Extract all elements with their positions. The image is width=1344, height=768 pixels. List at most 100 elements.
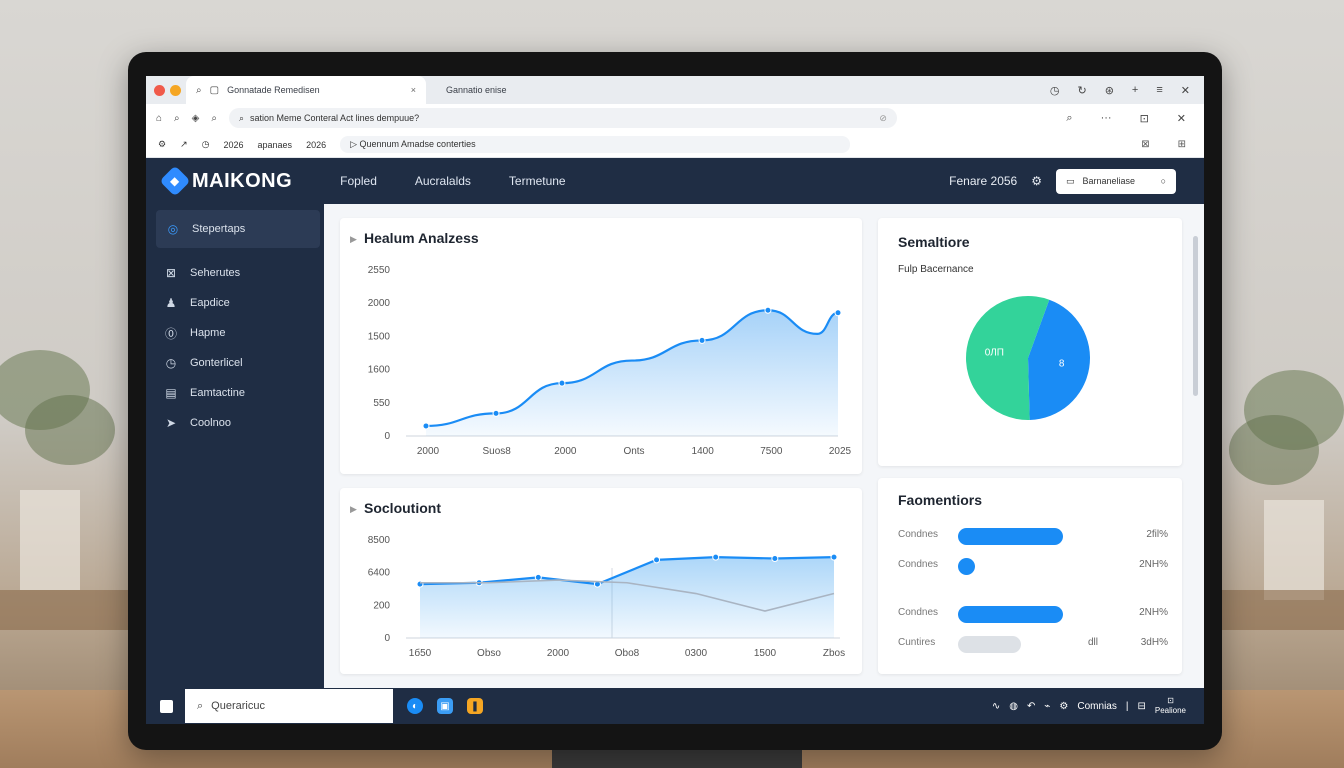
y-tick-label: 0 — [384, 431, 390, 442]
bookmark-label[interactable]: apanaes — [258, 140, 293, 150]
search-icon[interactable]: ⌕ — [1066, 112, 1072, 125]
close-window-dot[interactable] — [154, 84, 165, 96]
clock-icon[interactable]: ◷ — [202, 139, 210, 150]
x-tick-label: Suos8 — [482, 446, 511, 457]
sidebar-item-coolnoo[interactable]: ➤ Coolnoo — [146, 408, 324, 438]
new-tab-icon[interactable]: + — [1132, 84, 1138, 96]
clock-icon[interactable]: ◷ — [1050, 84, 1060, 97]
fragment-row-value: 2NH% — [1139, 607, 1168, 618]
sidebar-item-stepertaps[interactable]: ◎ Stepertaps — [156, 210, 320, 248]
bookmark-page-label: Quennum Amadse conterties — [359, 139, 476, 149]
x-tick-label: Obso — [477, 648, 501, 659]
close-icon[interactable]: ✕ — [1181, 84, 1190, 97]
data-point — [534, 573, 542, 581]
settings-icon[interactable]: ⚙ — [158, 139, 166, 150]
wifi-icon[interactable]: ∿ — [992, 701, 1000, 712]
taskbar-app-folder-icon[interactable]: ❚ — [467, 698, 483, 714]
sidebar-item-eapdice[interactable]: ♟ Eapdice — [146, 288, 324, 318]
taskbar-search[interactable]: ⌕ Queraricuc — [185, 689, 393, 723]
shield-icon[interactable]: ◈ — [192, 113, 200, 124]
url-input[interactable]: ⌕ sation Meme Conteral Act lines dempuue… — [228, 108, 897, 128]
browser-tab-active[interactable]: ⌕ ▢ Gonnatade Remedisen × — [186, 76, 426, 104]
nav-item[interactable]: Fopled — [340, 174, 377, 188]
fragment-row-value: 2fil% — [1146, 529, 1168, 540]
data-point — [834, 309, 842, 317]
sidebar-item-gonterlicel[interactable]: ◷ Gonterlicel — [146, 348, 324, 378]
minimize-window-dot[interactable] — [170, 84, 181, 96]
data-point — [698, 336, 706, 344]
arrow-icon[interactable]: ↗ — [180, 139, 188, 150]
series-area — [426, 310, 838, 436]
back-icon[interactable]: ↶ — [1027, 701, 1035, 712]
fragment-bar — [958, 558, 976, 575]
fragments-card: Faomentiors Condnes 2fil% Condnes 2NH% Condn… — [878, 478, 1182, 674]
y-tick-label: 0 — [384, 633, 390, 644]
tab-page-icon: ▢ — [209, 84, 220, 96]
start-button[interactable] — [160, 699, 173, 713]
sidebar-item-hapme[interactable]: ⓪ Hapme — [146, 318, 324, 348]
play-icon: ▷ — [350, 139, 360, 149]
refresh-icon[interactable]: ↻ — [1077, 84, 1086, 97]
fragment-row: Condnes 2NH% — [898, 604, 1168, 624]
x-tick-label: Obo8 — [615, 648, 640, 659]
search-icon[interactable]: ⌕ — [174, 113, 180, 124]
bookmark-page[interactable]: ▷ Quennum Amadse conterties — [340, 136, 851, 153]
screenshot-icon[interactable]: ⊡ — [1140, 112, 1149, 125]
sidebar-item-eamtactine[interactable]: ▤ Eamtactine — [146, 378, 324, 408]
series-area — [420, 557, 834, 638]
sidebar-item-label: Eapdice — [190, 297, 230, 309]
chart-card-socloutiont: ▶ Socloutiont 0 200 6400 8500 1б50 Obso 2000 Ob… — [340, 488, 862, 674]
extension-icon[interactable]: ⊛ — [1105, 84, 1114, 97]
settings-icon[interactable]: ⚙ — [1031, 174, 1042, 188]
usb-icon[interactable]: ⌁ — [1044, 701, 1050, 712]
bookmark-year[interactable]: 2026 — [223, 140, 243, 150]
tray-settings-icon[interactable]: ⚙ — [1059, 701, 1068, 712]
x-tick-label: 2025 — [829, 446, 852, 457]
taskbar-app-browser-icon[interactable]: ◐ — [407, 698, 423, 714]
card-title: Faomentiors — [898, 492, 983, 508]
monitor: ⌕ ▢ Gonnatade Remedisen × Gannatio enise… — [128, 52, 1222, 750]
data-point — [422, 422, 430, 430]
close-icon[interactable]: ✕ — [1177, 112, 1186, 125]
fragment-row-label: Cuntires — [898, 637, 936, 648]
data-point — [771, 554, 779, 562]
sidebar-item-label: Coolnoo — [190, 417, 231, 429]
sidebar-item-seherutes[interactable]: ⊠ Seherutes — [146, 258, 324, 288]
chart-healum: 0 550 1600 1500 2000 2550 2000 Suos8 2000 Onts 140… — [368, 265, 852, 457]
logo[interactable]: ◆ MAIKONG — [159, 165, 292, 197]
nav-item[interactable]: Aucralalds — [415, 174, 471, 188]
bookmark-star-icon[interactable]: ⊘ — [879, 113, 887, 124]
tray-clock-label: Pealione — [1154, 706, 1186, 715]
search-icon: ○ — [1160, 176, 1166, 186]
pie-chart: 8 0ЛП — [966, 296, 1090, 420]
sidebar-item-label: Hapme — [190, 327, 226, 339]
nav-item[interactable]: Termetune — [509, 174, 566, 188]
bookmark-year[interactable]: 2026 — [306, 140, 326, 150]
search-icon[interactable]: ⌕ — [211, 113, 217, 124]
user-icon: ♟ — [165, 296, 177, 310]
y-tick-label: 2000 — [368, 298, 391, 309]
scrollbar[interactable] — [1193, 236, 1198, 396]
x-tick-label: 1500 — [754, 648, 777, 659]
header-right: Fenare 2056 ⚙ ▭ Barnaneliase ○ — [949, 168, 1176, 194]
volume-icon[interactable]: ◍ — [1009, 701, 1018, 712]
menu-icon[interactable]: ≡ — [1156, 84, 1162, 96]
more-icon[interactable]: ··· — [1101, 112, 1112, 125]
grid-icon[interactable]: ⊞ — [1178, 139, 1186, 150]
taskbar-app-files-icon[interactable]: ▣ — [437, 698, 453, 714]
display-icon[interactable]: ⊟ — [1137, 701, 1145, 712]
pie-slice-label: 0ЛП — [985, 348, 1004, 359]
fragment-bar — [958, 528, 1063, 545]
bookmarks-bar: ⚙ ↗ ◷ 2026 apanaes 2026 ▷ Quennum Amadse… — [146, 132, 1204, 158]
home-icon[interactable]: ⌂ — [156, 113, 162, 124]
tray-clock[interactable]: ⊡ Pealione — [1155, 696, 1186, 716]
monitor-stand — [552, 748, 802, 768]
browser-tab[interactable]: Gannatio enise — [436, 76, 517, 104]
edit-icon: ⊠ — [165, 266, 177, 280]
header-search-button[interactable]: ▭ Barnaneliase ○ — [1056, 168, 1176, 194]
image-icon[interactable]: ⊠ — [1141, 139, 1149, 150]
background-plant-right — [1224, 360, 1344, 600]
lock-icon: ▭ — [1066, 175, 1075, 186]
tab-close-icon[interactable]: × — [411, 85, 416, 95]
y-tick-label: 8500 — [368, 535, 391, 546]
